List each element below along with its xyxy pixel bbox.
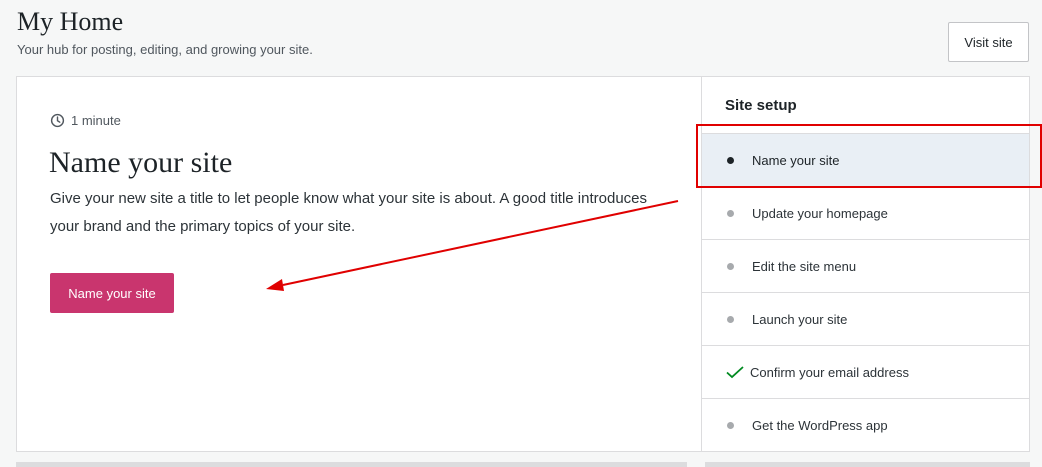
task-description: Give your new site a title to let people… <box>50 190 648 235</box>
setup-item-edit-site-menu[interactable]: Edit the site menu <box>702 239 1029 292</box>
setup-item-launch-site[interactable]: Launch your site <box>702 292 1029 345</box>
task-timing: 1 minute <box>50 113 121 128</box>
name-your-site-button[interactable]: Name your site <box>50 273 174 313</box>
checkmark-icon <box>726 366 744 379</box>
setup-item-get-app[interactable]: Get the WordPress app <box>702 398 1029 451</box>
setup-item-label: Update your homepage <box>752 205 888 221</box>
setup-item-label: Launch your site <box>752 311 848 327</box>
setup-item-label: Edit the site menu <box>752 258 857 274</box>
site-setup-heading: Site setup <box>725 97 797 114</box>
site-setup-sidebar: Site setup Name your site Update your ho… <box>701 77 1029 451</box>
setup-item-label: Get the WordPress app <box>752 417 888 433</box>
bullet-icon <box>727 209 734 217</box>
page-header: My Home Your hub for posting, editing, a… <box>17 8 1029 70</box>
setup-item-label: Name your site <box>752 152 840 168</box>
page-subtitle: Your hub for posting, editing, and growi… <box>17 42 313 57</box>
setup-item-name-your-site[interactable]: Name your site <box>702 133 1029 186</box>
site-setup-list: Name your site Update your homepage Edit… <box>702 133 1029 451</box>
setup-item-label: Confirm your email address <box>750 364 909 380</box>
bullet-icon <box>727 315 734 323</box>
next-card-edge-left <box>16 462 687 467</box>
setup-item-update-homepage[interactable]: Update your homepage <box>702 186 1029 239</box>
task-title: Name your site <box>49 146 233 179</box>
active-bullet-icon <box>727 156 734 164</box>
task-panel: 1 minute Name your site Give your new si… <box>17 77 701 451</box>
page-title: My Home <box>17 7 124 36</box>
bullet-icon <box>727 262 734 270</box>
next-card-edge-right <box>705 462 1030 467</box>
clock-icon <box>50 113 65 128</box>
visit-site-button[interactable]: Visit site <box>948 22 1029 62</box>
task-timing-label: 1 minute <box>71 113 121 128</box>
setup-item-confirm-email[interactable]: Confirm your email address <box>702 345 1029 398</box>
bullet-icon <box>727 421 734 429</box>
site-setup-card: 1 minute Name your site Give your new si… <box>16 76 1030 452</box>
